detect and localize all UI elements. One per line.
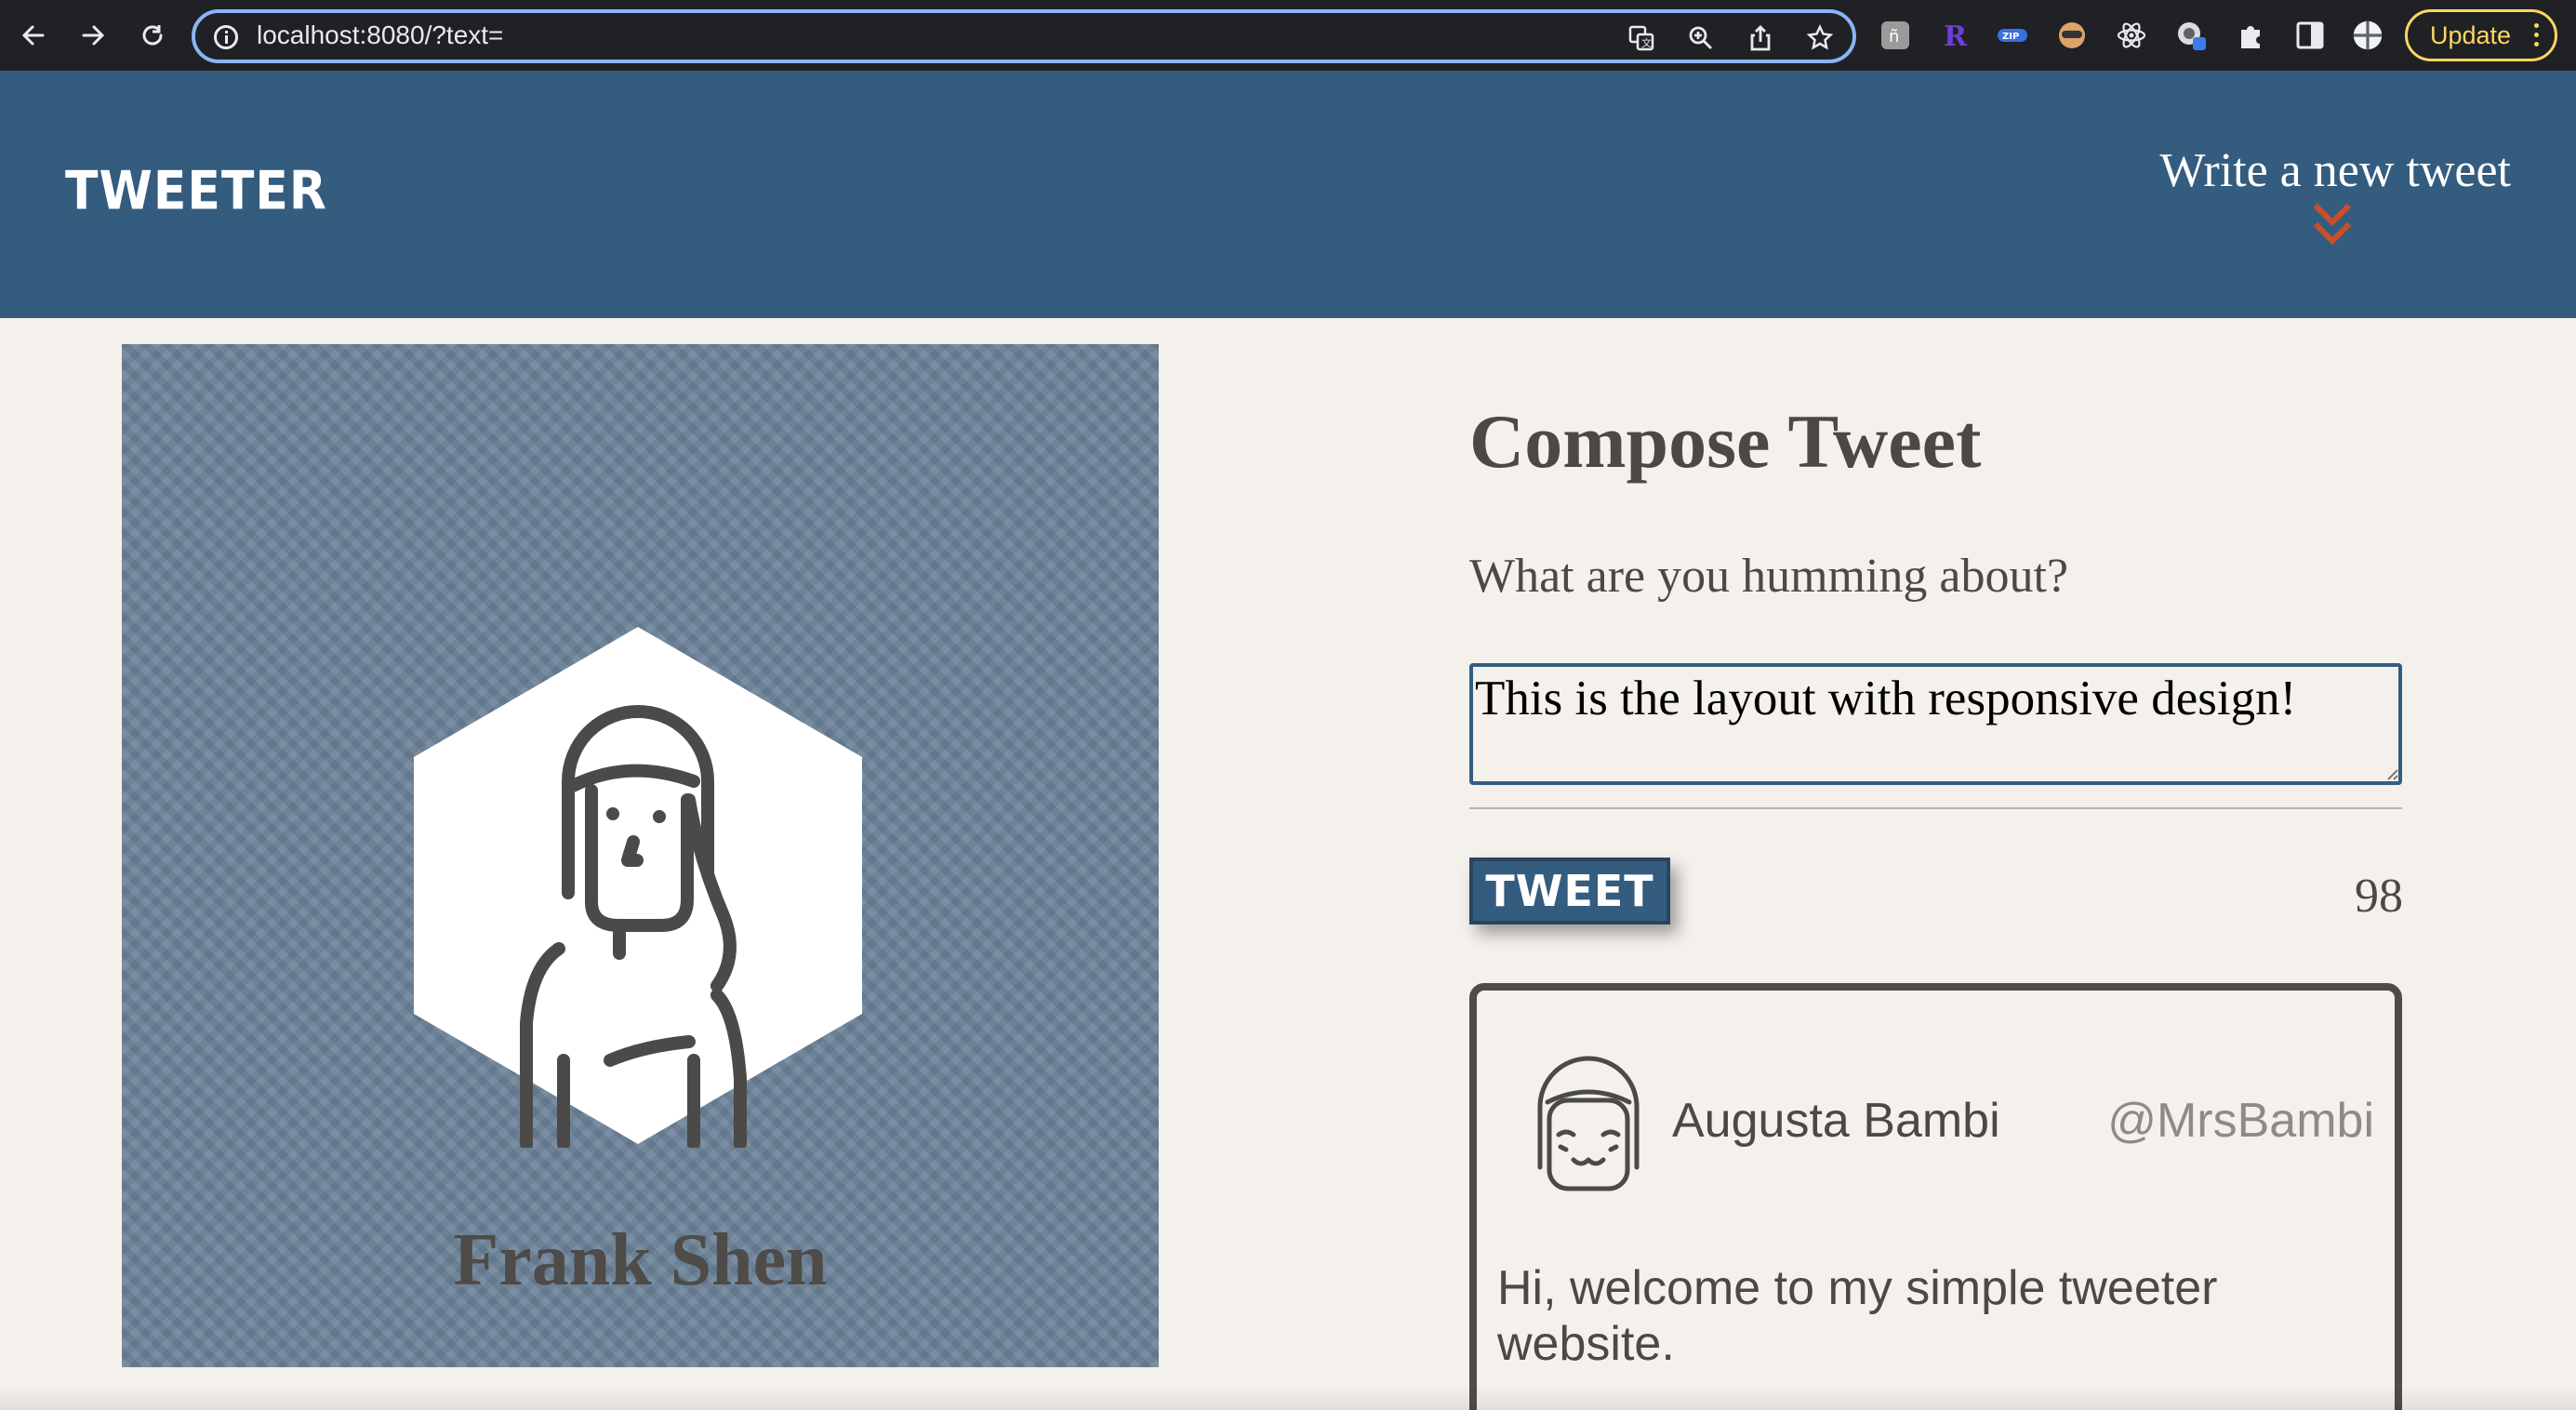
tweet-author-handle: @MrsBambi [2107, 1094, 2374, 1148]
translate-icon[interactable]: 文 [1627, 24, 1655, 52]
svg-text:R: R [1944, 20, 1968, 50]
profile-avatar-icon [414, 627, 862, 1148]
extension-r-icon[interactable]: R [1938, 20, 1968, 50]
double-chevron-down-icon[interactable] [2312, 202, 2353, 245]
extension-translate-icon[interactable]: ñ [1880, 20, 1910, 50]
compose-divider [1469, 807, 2402, 809]
tweet-textarea[interactable]: This is the layout with responsive desig… [1469, 663, 2402, 785]
site-info-icon[interactable] [214, 25, 238, 49]
resize-handle-icon[interactable] [2384, 766, 2399, 781]
profile-avatar-icon[interactable] [2353, 20, 2383, 50]
address-url[interactable]: localhost:8080/?text= [257, 20, 503, 50]
arrow-left-icon [21, 25, 45, 46]
extensions-puzzle-icon[interactable] [2236, 20, 2265, 50]
reload-button[interactable] [130, 13, 175, 58]
extension-mask-icon[interactable] [2057, 20, 2087, 50]
tweet-author-name: Augusta Bambi [1672, 1094, 2000, 1148]
compose-prompt: What are you humming about? [1469, 550, 2069, 603]
char-counter: 98 [2355, 870, 2403, 923]
forward-button[interactable] [71, 13, 115, 58]
side-panel-icon[interactable] [2295, 20, 2325, 50]
update-label: Update [2430, 21, 2512, 49]
svg-text:ñ: ñ [1889, 27, 1899, 47]
site-header: TWEETER Write a new tweet [0, 71, 2576, 318]
tweet-card: Augusta Bambi @MrsBambi Hi, welcome to m… [1469, 983, 2402, 1410]
bookmark-star-icon[interactable] [1806, 24, 1834, 52]
reload-icon [142, 25, 163, 46]
profile-name: Frank Shen [453, 1219, 828, 1301]
extension-react-icon[interactable] [2117, 20, 2146, 50]
tweet-author-avatar-icon [1537, 1056, 1640, 1191]
arrow-right-icon [82, 25, 105, 46]
address-bar[interactable]: localhost:8080/?text= 文 [192, 9, 1856, 63]
svg-text:文: 文 [1641, 36, 1652, 49]
svg-text:ZIP: ZIP [2002, 32, 2019, 42]
tweet-body: Hi, welcome to my simple tweeter website… [1497, 1261, 2218, 1371]
tweet-button[interactable]: TWEET [1469, 858, 1670, 924]
share-icon[interactable] [1746, 24, 1774, 52]
compose-title: Compose Tweet [1469, 399, 1982, 484]
profile-card: Frank Shen [122, 344, 1159, 1367]
zoom-icon[interactable] [1687, 24, 1715, 52]
update-button[interactable]: Update [2405, 9, 2557, 61]
back-button[interactable] [11, 13, 56, 58]
extension-zip-icon[interactable]: ZIP [1998, 20, 2027, 50]
more-menu-icon[interactable] [2534, 23, 2540, 47]
extension-globe-icon[interactable] [2176, 20, 2206, 50]
site-logo[interactable]: TWEETER [65, 161, 327, 222]
browser-toolbar: localhost:8080/?text= 文 ñ R ZIP Update [0, 0, 2576, 71]
write-new-tweet-link[interactable]: Write a new tweet [2159, 143, 2511, 198]
